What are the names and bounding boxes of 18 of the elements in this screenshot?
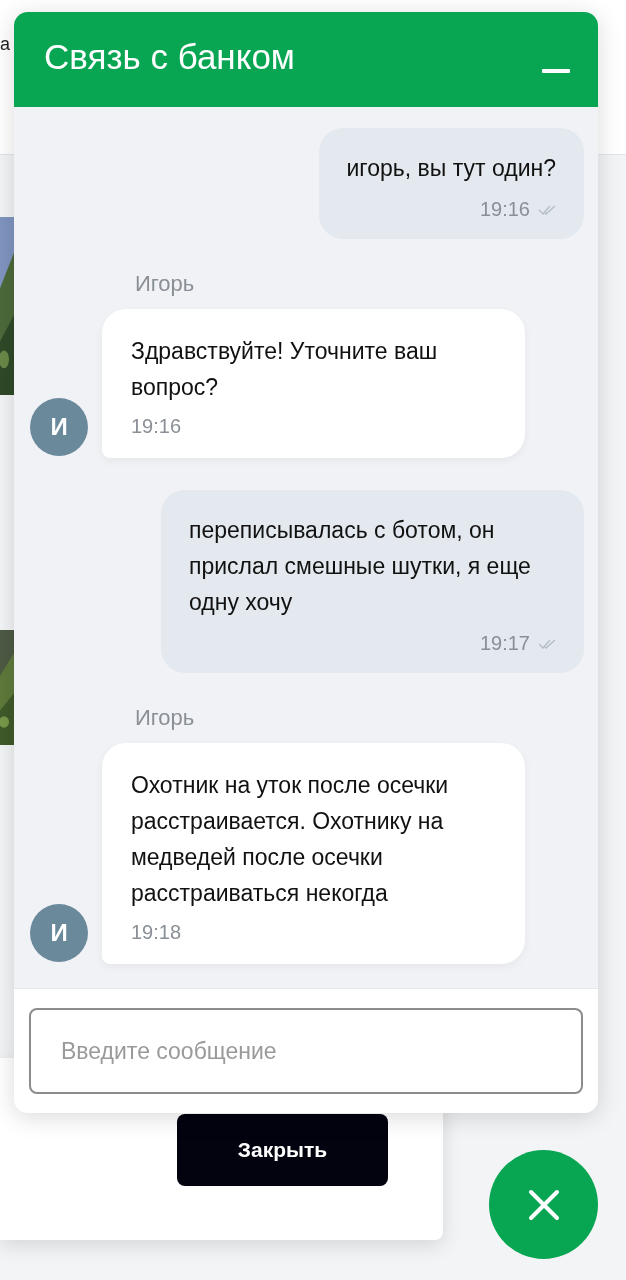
message-text: переписывалась с ботом, он прислал смешные шутки, я еще одну хочу xyxy=(189,516,532,617)
chat-title: Связь с банком xyxy=(44,36,295,77)
close-button[interactable]: Закрыть xyxy=(177,1114,388,1186)
avatar: И xyxy=(30,398,88,456)
avatar: И xyxy=(30,904,88,962)
message-time: 19:16 xyxy=(479,198,530,221)
sender-name: Игорь xyxy=(135,271,196,297)
message-time: 19:16 xyxy=(131,415,183,438)
message-text: Здравствуйте! Уточните ваш вопрос? xyxy=(131,337,439,402)
close-icon xyxy=(526,1187,561,1222)
message-text: игорь, вы тут один? xyxy=(346,154,556,183)
message-input[interactable]: Введите сообщение xyxy=(29,1008,583,1094)
header-text: а xyxy=(0,34,10,55)
sender-name: Игорь xyxy=(135,705,196,731)
message-time: 19:18 xyxy=(131,921,183,944)
message-time: 19:17 xyxy=(479,632,530,655)
message-text: Охотник на уток после осечки расстраивается. Охотнику на медведей после осечки расстраиваться некогда xyxy=(131,771,450,908)
minimize-icon[interactable] xyxy=(542,68,570,73)
